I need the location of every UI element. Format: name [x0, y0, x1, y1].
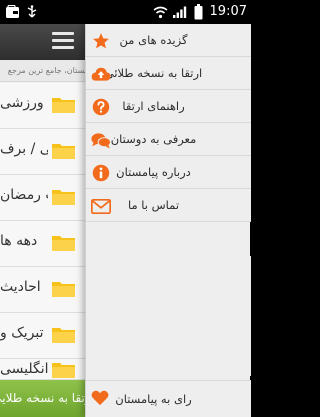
folder-icon [52, 144, 75, 159]
folder-icon [52, 363, 75, 378]
drawer-item-upgrade-guide[interactable]: راهنمای ارتقا [86, 90, 251, 123]
wifi-icon [153, 4, 169, 21]
wallet-icon [4, 3, 20, 20]
navigation-drawer: گزیده های من ارتقا به نسخه طلائی راهنمای… [85, 24, 251, 417]
drawer-item-about[interactable]: درباره پیامستان [86, 156, 251, 189]
drawer-item-invite-friends[interactable]: معرفی به دوستان [86, 123, 251, 156]
list-item-label: برفی / برف [0, 141, 48, 157]
drawer-empty-space [86, 256, 251, 376]
signal-icon [172, 4, 188, 21]
clock: 19:07 [209, 4, 247, 19]
drawer-item-favorites[interactable]: گزیده های من [86, 24, 251, 57]
list-item-label: ورزشی [0, 95, 44, 111]
heart-icon [91, 390, 111, 410]
list-item-label: انگلیسی [0, 361, 48, 377]
menu-icon[interactable] [52, 32, 74, 50]
folder-icon [52, 282, 75, 297]
folder-icon [52, 328, 75, 343]
chat-icon [91, 130, 111, 150]
list-item-label: اوقات رمضان [0, 187, 48, 203]
status-bar: 19:07 [0, 0, 250, 24]
list-item-label: تبریک و [0, 325, 44, 341]
info-icon [91, 163, 111, 183]
drawer-item-upgrade[interactable]: ارتقا به نسخه طلائی [86, 57, 251, 90]
drawer-item-contact[interactable]: تماس با ما [86, 189, 251, 222]
battery-icon [191, 4, 207, 21]
cloud-upload-icon [91, 64, 111, 84]
help-icon [91, 97, 111, 117]
list-item-label: دهه ها [0, 233, 38, 249]
mail-icon [91, 196, 111, 216]
folder-icon [52, 236, 75, 251]
list-item-label: احادیث [0, 279, 41, 295]
drawer-item-rate[interactable]: رای به پیامستان [86, 380, 251, 417]
folder-icon [52, 190, 75, 205]
usb-icon [24, 3, 40, 20]
star-icon [91, 31, 111, 51]
folder-icon [52, 98, 75, 113]
